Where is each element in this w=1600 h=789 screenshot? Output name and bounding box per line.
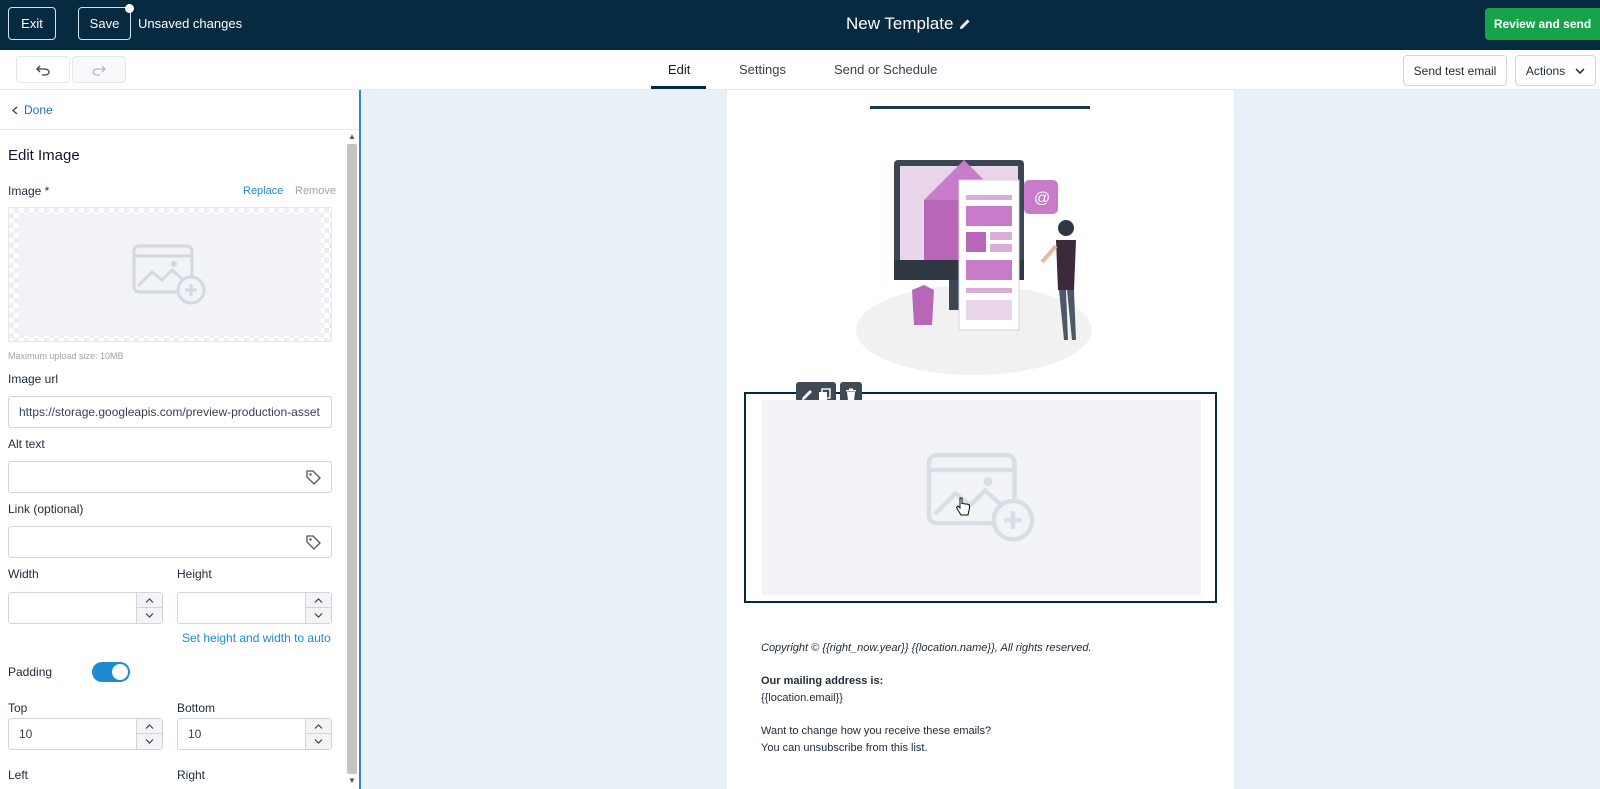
divider — [0, 129, 359, 130]
increment-button[interactable] — [137, 719, 162, 734]
increment-button[interactable] — [306, 719, 331, 734]
email-footer: Copyright © {{right_now.year}} {{locatio… — [761, 642, 1092, 754]
image-preview[interactable] — [8, 207, 332, 342]
decrement-button[interactable] — [137, 734, 162, 749]
chevron-down-icon — [314, 613, 323, 618]
chevron-left-icon — [12, 106, 18, 114]
image-drop-area[interactable] — [762, 400, 1201, 595]
undo-icon — [36, 65, 50, 76]
max-upload-note: Maximum upload size: 10MB — [8, 351, 124, 361]
tag-icon[interactable] — [306, 470, 321, 485]
top-padding-input[interactable]: 10 — [8, 718, 163, 750]
trash-icon[interactable] — [845, 388, 857, 401]
image-url-input[interactable]: https://storage.googleapis.com/preview-p… — [8, 396, 332, 428]
editor-toolbar: Edit Settings Send or Schedule Send test… — [0, 50, 1600, 90]
panel-title: Edit Image — [8, 147, 80, 164]
height-stepper — [305, 593, 331, 623]
pencil-icon[interactable] — [959, 18, 971, 30]
top-padding-label: Top — [8, 701, 28, 715]
alt-text-label: Alt text — [8, 437, 45, 451]
top-padding-stepper — [136, 719, 162, 749]
chevron-up-icon — [314, 723, 323, 729]
image-label: Image * — [8, 184, 50, 198]
done-label: Done — [24, 103, 53, 117]
width-label: Width — [8, 567, 39, 581]
height-input[interactable] — [177, 592, 332, 624]
bottom-padding-input[interactable]: 10 — [177, 718, 332, 750]
replace-link[interactable]: Replace — [243, 185, 283, 197]
change-preferences-text: Want to change how you receive these ema… — [761, 725, 992, 737]
mailing-address-heading: Our mailing address is: — [761, 675, 884, 687]
height-label: Height — [177, 567, 212, 581]
svg-text:@: @ — [1034, 190, 1050, 207]
link-label: Link (optional) — [8, 502, 84, 516]
hand-cursor-icon — [955, 497, 970, 516]
undo-button[interactable] — [16, 56, 70, 83]
top-bar: Exit Save Unsaved changes New Template R… — [0, 0, 1600, 50]
width-stepper — [136, 593, 162, 623]
increment-button[interactable] — [137, 593, 162, 608]
template-title[interactable]: New Template — [846, 14, 971, 34]
tag-icon[interactable] — [306, 535, 321, 550]
image-placeholder-icon — [132, 244, 206, 305]
tab-settings[interactable]: Settings — [739, 62, 786, 77]
image-url-label: Image url — [8, 372, 59, 386]
scroll-down-arrow[interactable]: ▼ — [348, 776, 356, 785]
chevron-down-icon — [145, 613, 154, 618]
top-padding-value: 10 — [19, 727, 33, 741]
decrement-button[interactable] — [306, 734, 331, 749]
redo-icon — [92, 65, 106, 76]
padding-label: Padding — [8, 665, 53, 679]
chevron-up-icon — [145, 723, 154, 729]
chevron-up-icon — [145, 597, 154, 603]
done-button[interactable]: Done — [12, 103, 53, 117]
selected-image-block[interactable] — [744, 382, 1217, 603]
remove-link[interactable]: Remove — [295, 185, 336, 197]
redo-button[interactable] — [72, 56, 126, 83]
padding-toggle[interactable] — [92, 662, 130, 682]
save-button[interactable]: Save — [78, 7, 131, 40]
alt-text-input[interactable] — [8, 461, 332, 493]
copyright-text: Copyright © {{right_now.year}} {{locatio… — [761, 642, 1092, 654]
width-input[interactable] — [8, 592, 163, 624]
chevron-down-icon — [145, 739, 154, 744]
active-tab-indicator — [651, 86, 706, 89]
set-auto-size-link[interactable]: Set height and width to auto — [182, 631, 331, 645]
scroll-up-arrow[interactable]: ▲ — [348, 132, 356, 141]
chevron-down-icon — [1575, 67, 1585, 74]
right-padding-label: Right — [177, 768, 206, 782]
bottom-padding-value: 10 — [188, 727, 202, 741]
increment-button[interactable] — [306, 593, 331, 608]
email-marketing-illustration[interactable]: @ — [854, 140, 1114, 380]
chevron-up-icon — [314, 597, 323, 603]
chevron-down-icon — [314, 739, 323, 744]
tab-send-or-schedule[interactable]: Send or Schedule — [834, 62, 937, 77]
panel-scrollbar[interactable] — [347, 144, 357, 774]
tab-edit[interactable]: Edit — [668, 62, 690, 77]
edit-image-panel: Done ▲ ▼ Edit Image Image * Replace Remo… — [0, 90, 361, 789]
unsaved-dot — [125, 4, 134, 13]
template-title-text: New Template — [846, 14, 954, 33]
bottom-padding-label: Bottom — [177, 701, 216, 715]
bottom-padding-stepper — [305, 719, 331, 749]
email-canvas: @ Copyright © {{right_now.year}} {{locat… — [727, 90, 1234, 789]
divider-line — [870, 106, 1090, 109]
image-placeholder — [19, 214, 321, 336]
unsubscribe-text[interactable]: You can unsubscribe from this list. — [761, 742, 1092, 754]
actions-label: Actions — [1525, 63, 1566, 78]
pencil-icon[interactable] — [801, 388, 814, 401]
decrement-button[interactable] — [137, 608, 162, 623]
send-test-email-button[interactable]: Send test email — [1403, 55, 1507, 86]
exit-button[interactable]: Exit — [8, 7, 56, 40]
image-placeholder-icon — [926, 452, 1034, 541]
link-input[interactable] — [8, 526, 332, 558]
toggle-knob — [112, 664, 128, 680]
actions-dropdown[interactable]: Actions — [1515, 55, 1596, 86]
unsaved-status: Unsaved changes — [138, 16, 243, 31]
left-padding-label: Left — [8, 768, 29, 782]
mailing-address-value: {{location.email}} — [761, 692, 843, 704]
decrement-button[interactable] — [306, 608, 331, 623]
review-and-send-button[interactable]: Review and send — [1485, 8, 1600, 40]
duplicate-icon[interactable] — [818, 387, 831, 401]
